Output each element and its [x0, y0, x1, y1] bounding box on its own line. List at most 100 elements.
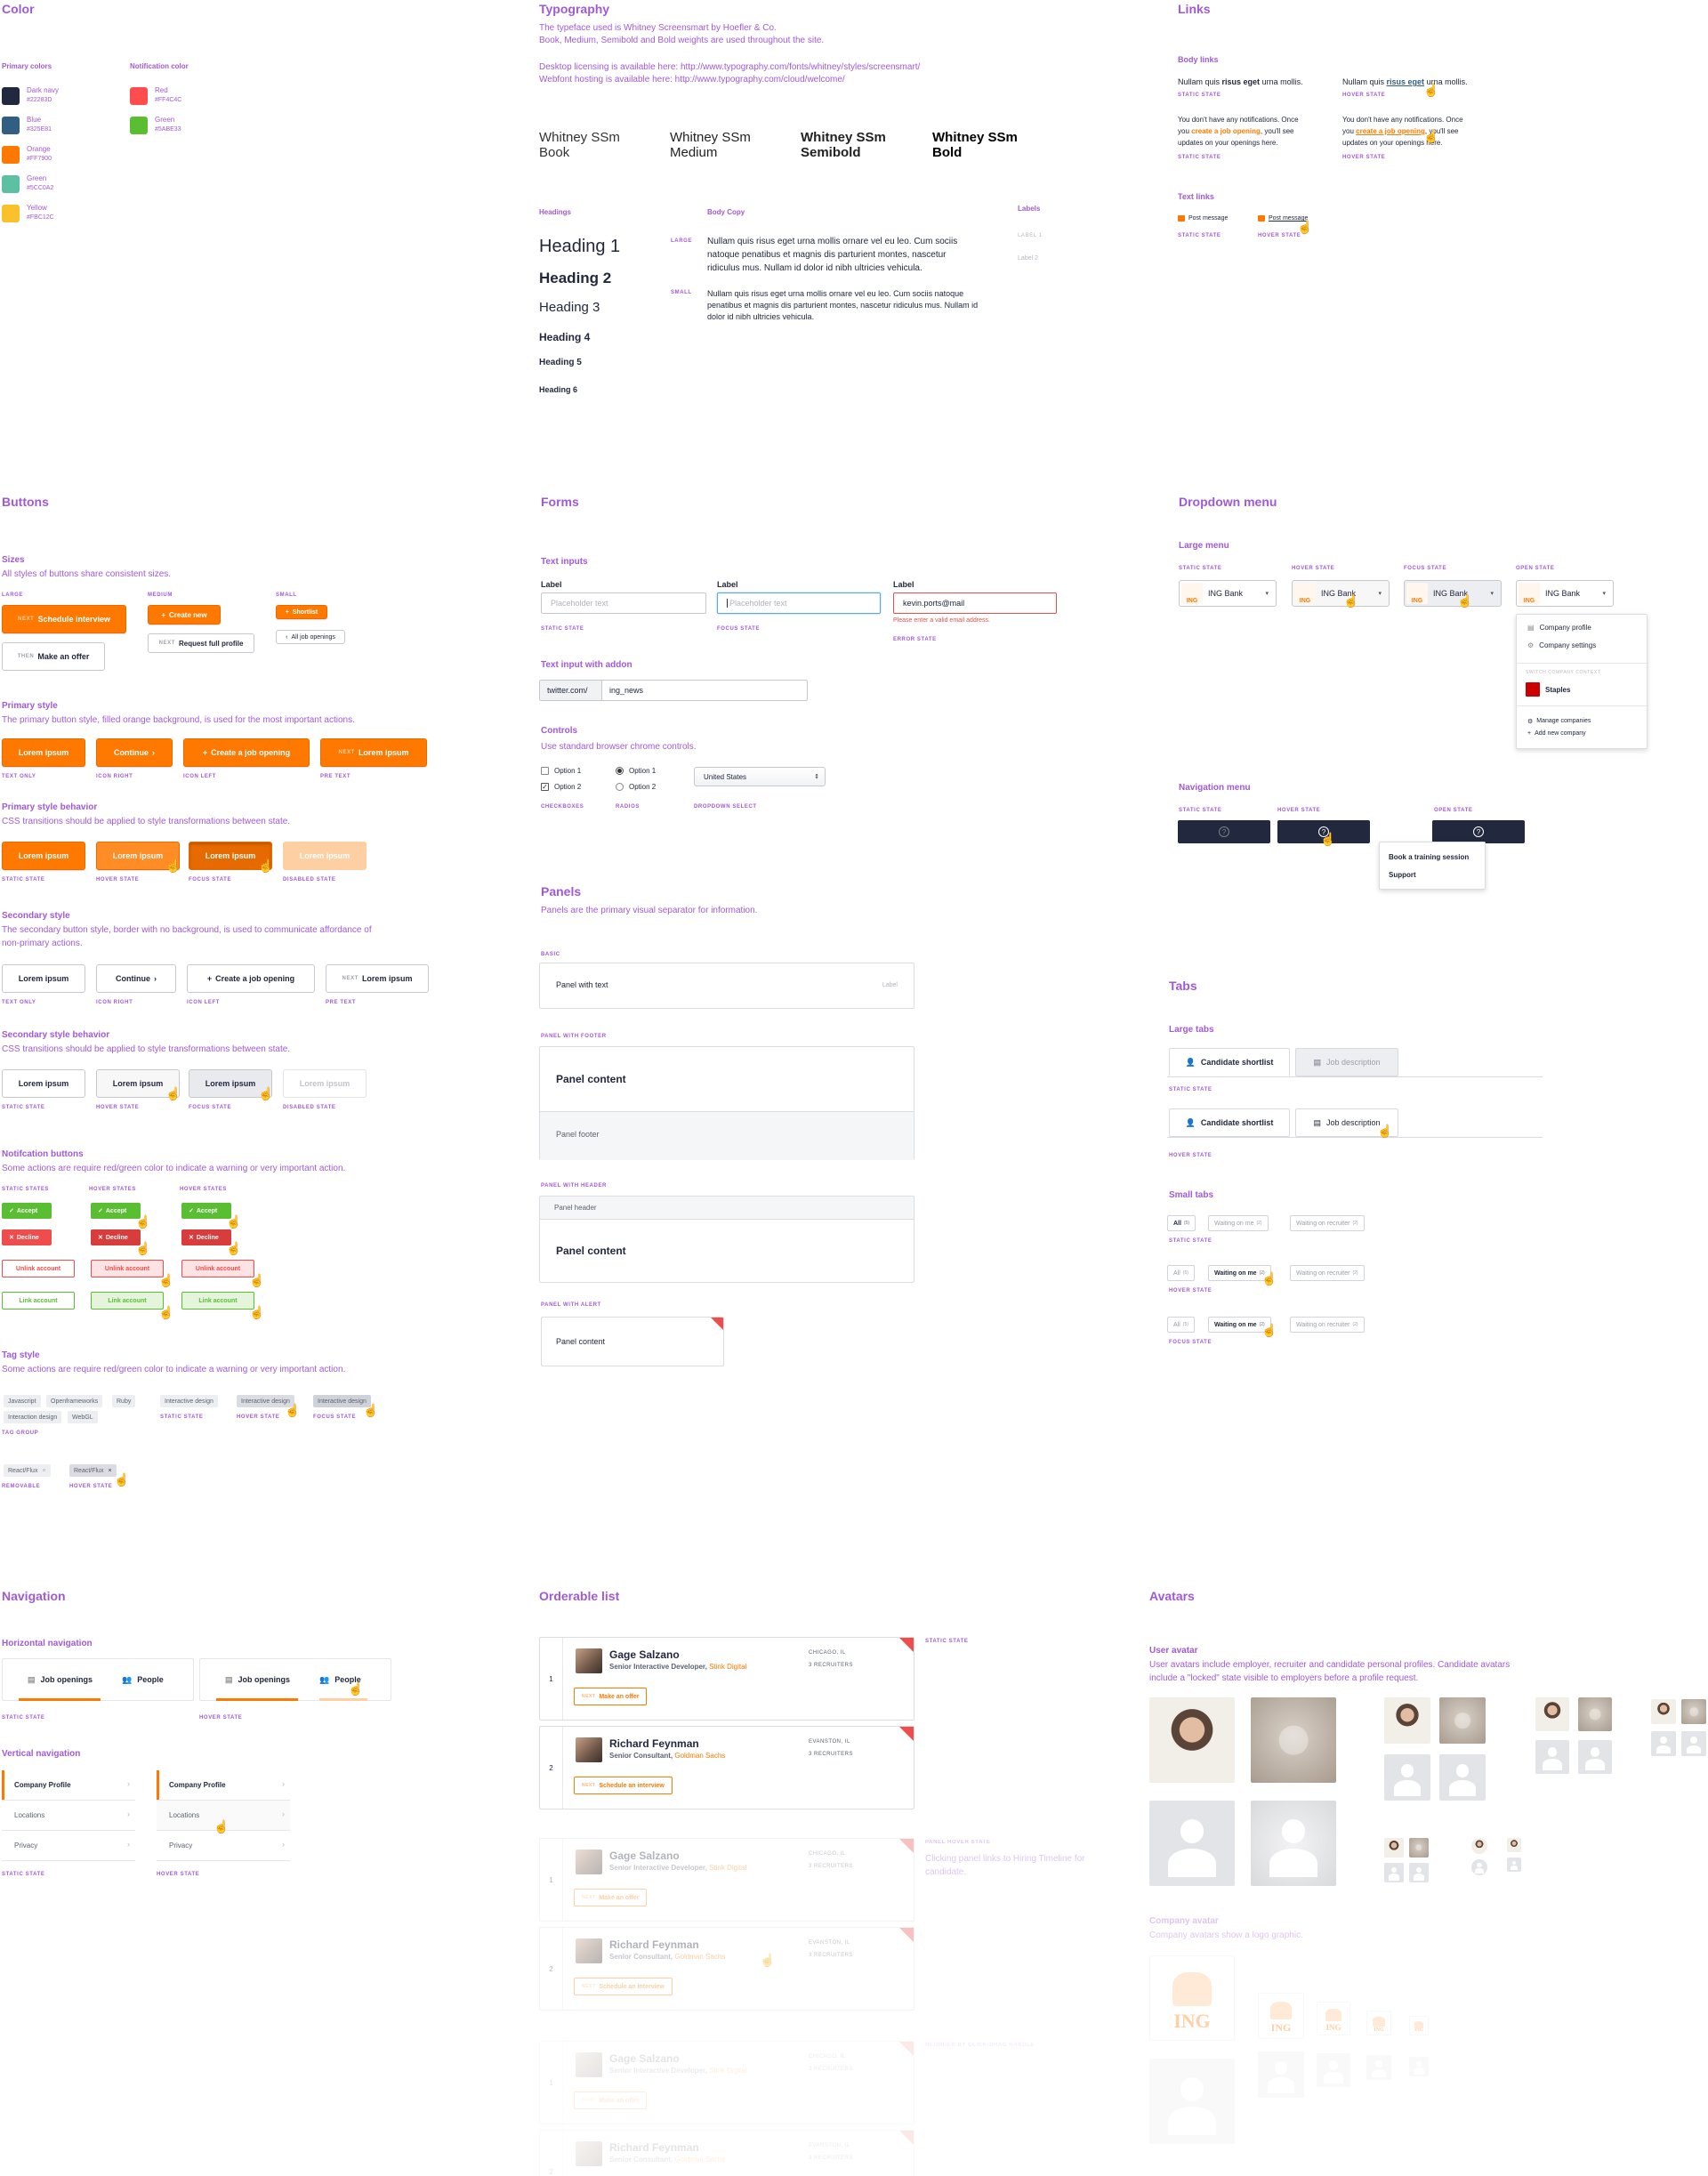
drag-handle[interactable]: 2: [540, 1928, 563, 2010]
tag-interaction-design[interactable]: Interaction design: [4, 1411, 62, 1423]
menu-item-company-settings[interactable]: ⚙ Company settings: [1527, 641, 1596, 649]
nav-tab-job-openings[interactable]: ▤ Job openings: [225, 1675, 290, 1685]
primary-static-button[interactable]: Lorem ipsum: [2, 842, 85, 870]
close-icon[interactable]: ×: [108, 1468, 111, 1474]
secondary-icon-left-button[interactable]: + Create a job opening: [187, 964, 315, 993]
schedule-interview-button[interactable]: NEXT Schedule interview: [2, 605, 126, 633]
sidebar-item-locations[interactable]: Locations ›: [2, 1801, 135, 1831]
accept-button[interactable]: ✓ Accept: [2, 1203, 52, 1219]
radio-selected[interactable]: [616, 767, 624, 775]
tab-candidate-shortlist[interactable]: 👤 Candidate shortlist: [1169, 1048, 1290, 1076]
company-dropdown-static[interactable]: ING ING Bank ▾: [1179, 580, 1277, 607]
twitter-handle-input[interactable]: ing_news: [602, 681, 643, 700]
checkbox-option-2[interactable]: ✓ Option 2: [541, 783, 581, 791]
unlink-account-button[interactable]: Unlink account: [2, 1260, 75, 1277]
tab-all[interactable]: All (5): [1167, 1317, 1195, 1333]
request-profile-button[interactable]: NEXT Request full profile: [148, 633, 254, 653]
all-job-openings-button[interactable]: ‹ All job openings: [276, 630, 345, 644]
nav-tab-people[interactable]: 👥 People: [122, 1675, 164, 1685]
candidate-name[interactable]: Gage Salzano: [609, 1850, 680, 1862]
shortlist-button[interactable]: + Shortlist: [276, 605, 327, 619]
company-dropdown-focus[interactable]: ING ING Bank ▾: [1404, 580, 1502, 607]
sidebar-item-privacy[interactable]: Privacy ›: [2, 1831, 135, 1861]
candidate-name[interactable]: Gage Salzano: [609, 1648, 680, 1661]
checkbox[interactable]: [541, 767, 549, 775]
drag-handle[interactable]: 1: [540, 2042, 563, 2124]
primary-pre-text-button[interactable]: NEXT Lorem ipsum: [320, 738, 427, 767]
decline-button[interactable]: ✕ Decline: [181, 1229, 231, 1245]
company-dropdown-open[interactable]: ING ING Bank ▾: [1516, 580, 1614, 607]
tab-waiting-on-me[interactable]: Waiting on me (2): [1208, 1215, 1269, 1231]
tab-waiting-on-recruiter[interactable]: Waiting on recruiter (2): [1290, 1265, 1365, 1281]
secondary-text-only-button[interactable]: Lorem ipsum: [2, 964, 85, 993]
primary-text-only-button[interactable]: Lorem ipsum: [2, 738, 85, 767]
list-item[interactable]: 1 Gage Salzano Senior Interactive Develope…: [539, 2041, 914, 2124]
create-job-link-hovered[interactable]: create a job opening: [1356, 127, 1425, 135]
drag-handle[interactable]: 2: [540, 1727, 563, 1809]
list-item[interactable]: 2 Richard Feynman Senior Consultant, Goldm…: [539, 2130, 914, 2176]
tab-waiting-on-recruiter[interactable]: Waiting on recruiter (2): [1290, 1215, 1365, 1231]
radio-option-2[interactable]: Option 2: [616, 783, 656, 791]
primary-icon-right-button[interactable]: Continue ›: [96, 738, 173, 767]
text-input-static[interactable]: Placeholder text: [541, 592, 706, 614]
tag-static[interactable]: Interactive design: [160, 1395, 218, 1407]
menu-item-staples[interactable]: Staples: [1526, 682, 1570, 697]
post-message-link[interactable]: Post message: [1178, 215, 1228, 222]
typography-link-2[interactable]: Webfont hosting is available here: http:…: [539, 73, 845, 86]
link-account-button[interactable]: Link account: [2, 1292, 75, 1310]
list-item[interactable]: 2 Richard Feynman Senior Consultant, Goldm…: [539, 1927, 914, 2011]
next-action-button[interactable]: NEXT Schedule an interview: [574, 1978, 673, 1995]
decline-button[interactable]: ✕ Decline: [91, 1229, 141, 1245]
tab-job-description[interactable]: ▤ Job description: [1295, 1048, 1398, 1076]
accept-button[interactable]: ✓ Accept: [181, 1203, 231, 1219]
link-account-button[interactable]: Link account: [91, 1292, 164, 1310]
link-account-button[interactable]: Link account: [181, 1292, 254, 1310]
menu-item-training[interactable]: Book a training session: [1389, 853, 1469, 861]
typography-link-1[interactable]: Desktop licensing is available here: htt…: [539, 60, 920, 74]
candidate-name[interactable]: Richard Feynman: [609, 1938, 699, 1951]
unlink-account-button[interactable]: Unlink account: [181, 1260, 254, 1277]
menu-item-support[interactable]: Support: [1389, 871, 1416, 879]
help-nav-open[interactable]: ?: [1432, 820, 1525, 843]
menu-item-add-company[interactable]: + Add new company: [1527, 730, 1586, 737]
drag-handle[interactable]: 1: [540, 1839, 563, 1921]
create-new-button[interactable]: + Create new: [148, 605, 221, 625]
body-link[interactable]: risus eget: [1222, 77, 1261, 86]
unlink-account-button[interactable]: Unlink account: [91, 1260, 164, 1277]
drag-handle[interactable]: 1: [540, 1638, 563, 1720]
tab-waiting-on-recruiter[interactable]: Waiting on recruiter (2): [1290, 1317, 1365, 1333]
accept-button[interactable]: ✓ Accept: [91, 1203, 141, 1219]
email-field-error[interactable]: kevin.ports@mail: [893, 592, 1057, 614]
candidate-name[interactable]: Richard Feynman: [609, 1737, 699, 1750]
list-item[interactable]: 1 Gage Salzano Senior Interactive Develope…: [539, 1637, 914, 1721]
checkbox-option-1[interactable]: Option 1: [541, 767, 581, 775]
sidebar-item-privacy[interactable]: Privacy ›: [157, 1831, 290, 1861]
sidebar-item-company-profile[interactable]: Company Profile ›: [2, 1770, 135, 1801]
primary-disabled-button[interactable]: Lorem ipsum: [283, 842, 367, 870]
text-input-focus[interactable]: Placeholder text: [717, 592, 881, 614]
removable-tag-hover[interactable]: React/Flux ×: [69, 1464, 117, 1477]
tab-candidate-shortlist[interactable]: 👤 Candidate shortlist: [1169, 1108, 1290, 1137]
tab-all[interactable]: All (5): [1167, 1265, 1195, 1281]
secondary-icon-right-button[interactable]: Continue ›: [96, 964, 176, 993]
next-action-button[interactable]: NEXT Make an offer: [574, 1889, 648, 1906]
close-icon[interactable]: ×: [42, 1468, 45, 1474]
list-item[interactable]: 2 Richard Feynman Senior Consultant, Goldm…: [539, 1726, 914, 1809]
tag-javascript[interactable]: Javascript: [4, 1395, 41, 1407]
tag-webgl[interactable]: WebGL: [68, 1411, 98, 1423]
company-dropdown-hover[interactable]: ING ING Bank ▾: [1292, 580, 1390, 607]
menu-item-company-profile[interactable]: ▤ Company profile: [1527, 624, 1591, 632]
make-offer-button[interactable]: THEN Make an offer: [2, 642, 105, 671]
next-action-button[interactable]: NEXT Make an offer: [574, 1688, 648, 1705]
decline-button[interactable]: ✕ Decline: [2, 1229, 52, 1245]
country-select[interactable]: United States ⇕: [694, 767, 826, 786]
help-nav-static[interactable]: ?: [1178, 820, 1270, 843]
drag-handle[interactable]: 2: [540, 2131, 563, 2176]
candidate-name[interactable]: Richard Feynman: [609, 2141, 699, 2154]
tag-ruby[interactable]: Ruby: [112, 1395, 136, 1407]
secondary-static-button[interactable]: Lorem ipsum: [2, 1069, 85, 1098]
tag-openframeworks[interactable]: Openframeworks: [46, 1395, 103, 1407]
secondary-disabled-button[interactable]: Lorem ipsum: [283, 1069, 367, 1098]
menu-item-manage-companies[interactable]: ⚙ Manage companies: [1527, 718, 1591, 725]
checkbox-checked[interactable]: ✓: [541, 783, 549, 791]
